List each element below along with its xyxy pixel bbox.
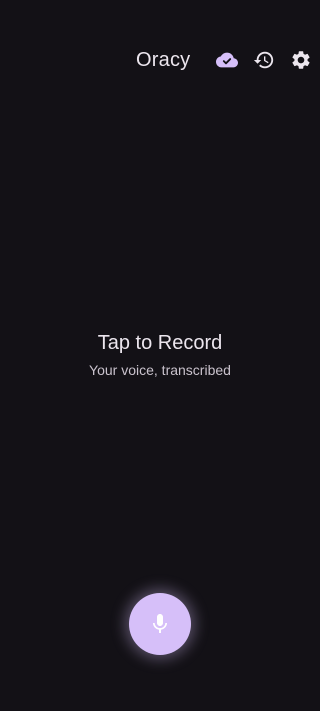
settings-button[interactable]	[287, 46, 315, 74]
cloud-done-icon	[216, 52, 238, 68]
empty-state-subtitle: Your voice, transcribed	[89, 362, 231, 378]
cloud-sync-button[interactable]	[213, 46, 241, 74]
empty-state: Tap to Record Your voice, transcribed	[0, 330, 320, 379]
microphone-icon	[153, 614, 167, 633]
history-icon	[253, 51, 274, 69]
top-app-bar: Oracy	[0, 40, 320, 80]
record-button[interactable]	[129, 593, 191, 655]
app-screen: Oracy Tap to Record Your voice, transcri…	[0, 0, 320, 711]
settings-gear-icon	[292, 51, 310, 69]
empty-state-title: Tap to Record	[97, 332, 223, 354]
history-button[interactable]	[250, 46, 278, 74]
app-title: Oracy	[136, 49, 191, 71]
